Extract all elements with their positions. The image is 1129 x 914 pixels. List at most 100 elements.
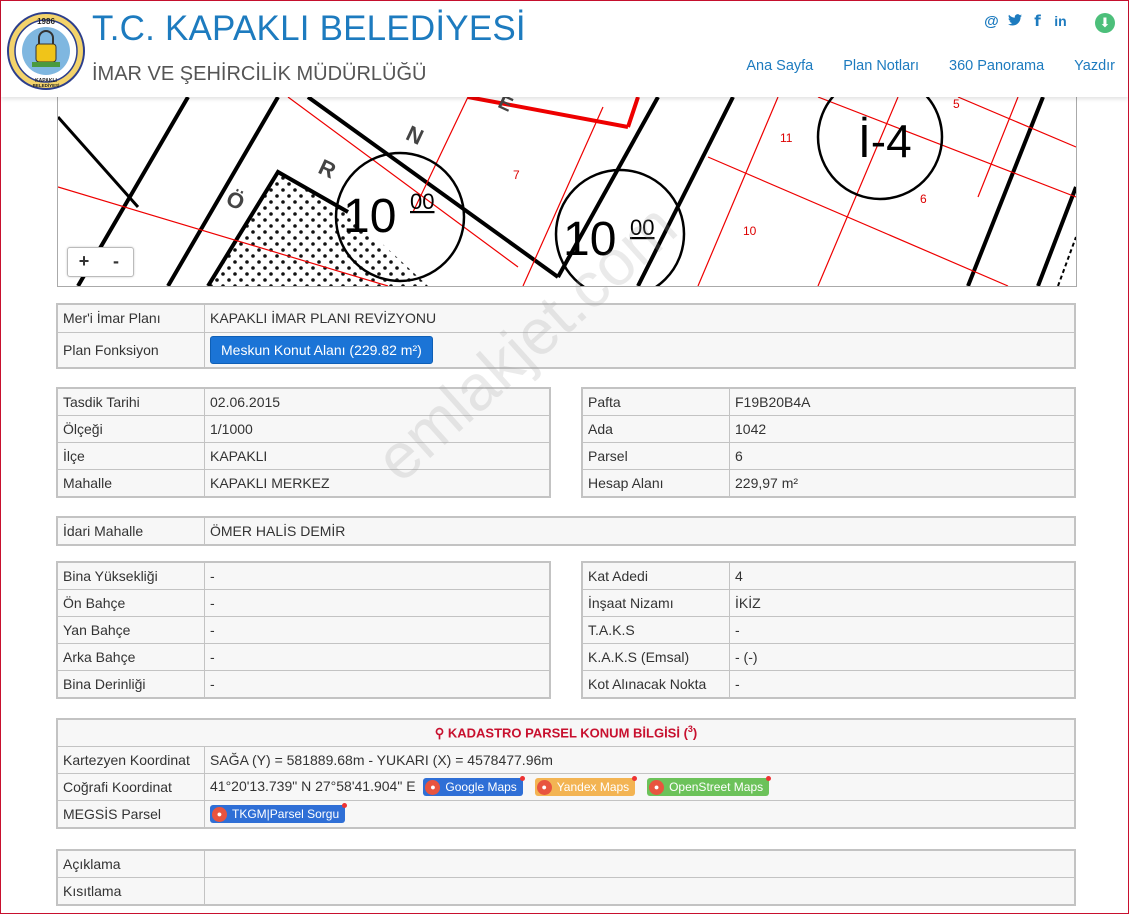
table-row: Pafta F19B20B4A bbox=[581, 387, 1076, 416]
table-row: İlçe KAPAKLI bbox=[56, 442, 551, 470]
left-build-table: Bina Yüksekliği - Ön Bahçe - Yan Bahçe - Ar… bbox=[56, 561, 551, 699]
nav-yazdir[interactable]: Yazdır bbox=[1074, 58, 1115, 74]
table-row: Arka Bahçe - bbox=[56, 643, 551, 671]
map-label: 7 bbox=[513, 168, 520, 182]
insaat-nizami-label: İnşaat Nizamı bbox=[581, 589, 730, 617]
zoom-out-button[interactable]: - bbox=[100, 248, 132, 276]
zoom-in-button[interactable]: + bbox=[68, 248, 100, 276]
table-row: Açıklama bbox=[56, 849, 1076, 878]
kat-adedi-value: 4 bbox=[729, 561, 1076, 590]
pafta-label: Pafta bbox=[581, 387, 730, 416]
logo-year: 1986 bbox=[37, 17, 55, 26]
table-row: Kısıtlama bbox=[56, 877, 1076, 906]
facebook-icon[interactable]: f bbox=[1030, 12, 1045, 30]
parsel-label: Parsel bbox=[581, 442, 730, 470]
kot-value: - bbox=[729, 670, 1076, 699]
nav-ana-sayfa[interactable]: Ana Sayfa bbox=[746, 58, 813, 74]
olcek-label: Ölçeği bbox=[56, 415, 205, 443]
pin-icon: ● bbox=[212, 807, 227, 823]
kat-adedi-label: Kat Adedi bbox=[581, 561, 730, 590]
map-label: 5 bbox=[953, 97, 960, 111]
yan-bahce-value: - bbox=[204, 616, 551, 644]
map-label: 00 bbox=[630, 215, 654, 240]
olcek-value: 1/1000 bbox=[204, 415, 551, 443]
pin-icon: ● bbox=[536, 780, 552, 796]
kisitlama-label: Kısıtlama bbox=[56, 877, 205, 906]
on-bahce-value: - bbox=[204, 589, 551, 617]
idari-mahalle-table: İdari Mahalle ÖMER HALİS DEMİR bbox=[56, 516, 1076, 546]
mahalle-value: KAPAKLI MERKEZ bbox=[204, 469, 551, 498]
badge-dot bbox=[766, 776, 772, 782]
map-label: 10 bbox=[563, 213, 616, 266]
tkgm-parsel-sorgu-button[interactable]: ● TKGM|Parsel Sorgu bbox=[210, 803, 348, 824]
pafta-value: F19B20B4A bbox=[729, 387, 1076, 416]
ilce-value: KAPAKLI bbox=[204, 442, 551, 470]
nav-plan-notlari[interactable]: Plan Notları bbox=[843, 58, 919, 74]
download-icon[interactable]: ⬇ bbox=[1095, 13, 1115, 33]
table-row: T.A.K.S - bbox=[581, 616, 1076, 644]
kadastro-title-end: ) bbox=[692, 725, 698, 741]
twitter-icon[interactable] bbox=[1007, 13, 1022, 30]
yandex-maps-label: Yandex Maps bbox=[556, 780, 630, 795]
table-row: Parsel 6 bbox=[581, 442, 1076, 470]
right-info-table: Pafta F19B20B4A Ada 1042 Parsel 6 Hesap Ala… bbox=[581, 387, 1076, 498]
meri-plan-value: KAPAKLI İMAR PLANI REVİZYONU bbox=[204, 303, 1076, 333]
cografi-label: Coğrafi Koordinat bbox=[56, 773, 205, 801]
table-row: Kartezyen Koordinat SAĞA (Y) = 581889.68… bbox=[56, 746, 1076, 774]
google-maps-button[interactable]: ● Google Maps bbox=[423, 776, 525, 797]
nav-360-panorama[interactable]: 360 Panorama bbox=[949, 58, 1044, 74]
map-label: İ-4 bbox=[858, 115, 912, 167]
bina-yuksekligi-label: Bina Yüksekliği bbox=[56, 561, 205, 590]
kisitlama-value bbox=[204, 877, 1076, 906]
insaat-nizami-value: İKİZ bbox=[729, 589, 1076, 617]
yandex-maps-button[interactable]: ● Yandex Maps bbox=[534, 776, 638, 797]
map-label: 11 bbox=[780, 131, 793, 145]
map-label: 10 bbox=[743, 224, 757, 238]
hesap-alani-value: 229,97 m² bbox=[729, 469, 1076, 498]
map-label: Ö bbox=[222, 185, 248, 215]
mahalle-label: Mahalle bbox=[56, 469, 205, 498]
pin-icon: ● bbox=[649, 780, 665, 796]
tasdik-value: 02.06.2015 bbox=[204, 387, 551, 416]
table-row: Kat Adedi 4 bbox=[581, 561, 1076, 590]
map-zoom-control: + - bbox=[67, 247, 134, 277]
yan-bahce-label: Yan Bahçe bbox=[56, 616, 205, 644]
site-title[interactable]: T.C. KAPAKLI BELEDİYESİ bbox=[92, 9, 526, 49]
taks-label: T.A.K.S bbox=[581, 616, 730, 644]
kartezyen-value: SAĞA (Y) = 581889.68m - YUKARI (X) = 457… bbox=[204, 746, 1076, 774]
plan-fonksiyon-button[interactable]: Meskun Konut Alanı (229.82 m²) bbox=[210, 335, 433, 364]
hesap-alani-label: Hesap Alanı bbox=[581, 469, 730, 498]
map-pin-icon: ⚲ bbox=[434, 725, 445, 741]
table-row: Hesap Alanı 229,97 m² bbox=[581, 469, 1076, 498]
ilce-label: İlçe bbox=[56, 442, 205, 470]
table-row: MEGSİS Parsel ● TKGM|Parsel Sorgu bbox=[56, 800, 1076, 829]
email-icon[interactable]: @ bbox=[984, 13, 999, 30]
table-row: Kot Alınacak Nokta - bbox=[581, 670, 1076, 699]
on-bahce-label: Ön Bahçe bbox=[56, 589, 205, 617]
site-header: 1986 KAPAKLI BELEDİYESİ T.C. KAPAKLI BEL… bbox=[1, 1, 1128, 97]
kadastro-title: KADASTRO PARSEL KONUM BİLGİSİ ( bbox=[447, 725, 688, 741]
plan-table: Mer'i İmar Planı KAPAKLI İMAR PLANI REVİ… bbox=[56, 303, 1076, 369]
map-canvas: 10 00 10 00 İ-4 7 10 11 5 6 N R E Ö bbox=[58, 97, 1076, 286]
left-info-table: Tasdik Tarihi 02.06.2015 Ölçeği 1/1000 İlç… bbox=[56, 387, 551, 498]
kaks-value: - (-) bbox=[729, 643, 1076, 671]
cografi-value: 41°20'13.739" N 27°58'41.904" E bbox=[210, 777, 416, 794]
map-label: R bbox=[315, 154, 340, 183]
municipality-logo[interactable]: 1986 KAPAKLI BELEDİYESİ bbox=[6, 11, 86, 91]
table-row: Coğrafi Koordinat 41°20'13.739" N 27°58'… bbox=[56, 773, 1076, 801]
table-row: K.A.K.S (Emsal) - (-) bbox=[581, 643, 1076, 671]
zoning-map[interactable]: 10 00 10 00 İ-4 7 10 11 5 6 N R E Ö + - bbox=[57, 97, 1077, 287]
kadastro-table: ⚲ KADASTRO PARSEL KONUM BİLGİSİ (3) Kart… bbox=[56, 718, 1076, 829]
site-subtitle: İMAR VE ŞEHİRCİLİK MÜDÜRLÜĞÜ bbox=[92, 63, 427, 85]
bina-derinligi-value: - bbox=[204, 670, 551, 699]
tkgm-label: TKGM|Parsel Sorgu bbox=[232, 807, 340, 822]
social-links: @ f in bbox=[984, 12, 1068, 30]
bina-derinligi-label: Bina Derinliği bbox=[56, 670, 205, 699]
megsis-label: MEGSİS Parsel bbox=[56, 800, 205, 829]
linkedin-icon[interactable]: in bbox=[1053, 13, 1068, 29]
kot-label: Kot Alınacak Nokta bbox=[581, 670, 730, 699]
idari-mahalle-label: İdari Mahalle bbox=[56, 516, 205, 546]
svg-text:BELEDİYESİ: BELEDİYESİ bbox=[33, 82, 60, 88]
openstreet-maps-button[interactable]: ● OpenStreet Maps bbox=[647, 776, 772, 797]
badge-dot bbox=[519, 776, 525, 782]
